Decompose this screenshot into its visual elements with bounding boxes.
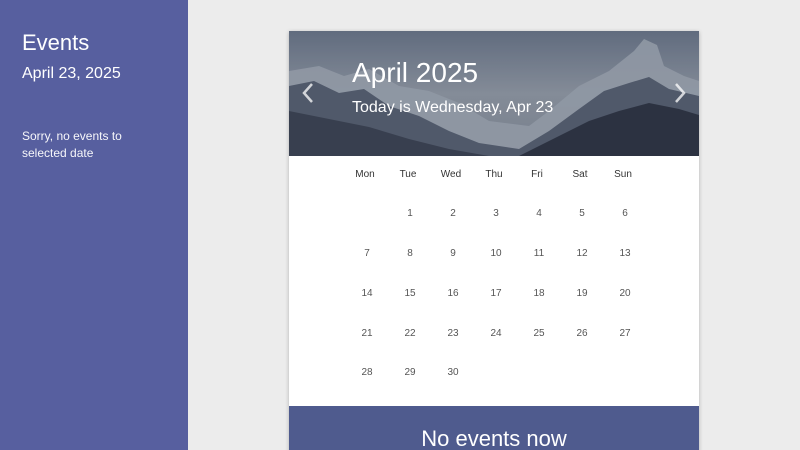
no-events-message: Sorry, no events to selected date xyxy=(22,129,122,160)
calendar-day[interactable]: 29 xyxy=(392,362,428,384)
calendar-day[interactable]: 23 xyxy=(435,323,471,345)
sidebar-title: Events xyxy=(22,30,90,55)
calendar-day[interactable]: 14 xyxy=(349,283,385,305)
calendar-day[interactable]: 24 xyxy=(478,323,514,345)
events-sidebar: Events April 23, 2025 Sorry, no events t… xyxy=(0,0,188,450)
selected-date: April 23, 2025 xyxy=(22,65,121,82)
calendar-day[interactable]: 6 xyxy=(607,203,643,225)
calendar-card: April 2025 Today is Wednesday, Apr 23 Mo… xyxy=(289,31,699,450)
calendar-day[interactable]: 22 xyxy=(392,323,428,345)
calendar-day[interactable]: 17 xyxy=(478,283,514,305)
calendar-day[interactable]: 26 xyxy=(564,323,600,345)
calendar-day[interactable]: 19 xyxy=(564,283,600,305)
calendar-day[interactable]: 8 xyxy=(392,243,428,265)
calendar-day[interactable]: 2 xyxy=(435,203,471,225)
calendar-day-grid: 1 2 3 4 5 6 7 8 9 10 11 12 13 14 15 16 17 18 19 20 21 22 23 24 2… xyxy=(289,31,699,411)
calendar-day[interactable]: 13 xyxy=(607,243,643,265)
calendar-day[interactable]: 16 xyxy=(435,283,471,305)
calendar-day[interactable]: 20 xyxy=(607,283,643,305)
calendar-day[interactable]: 9 xyxy=(435,243,471,265)
calendar-day[interactable]: 21 xyxy=(349,323,385,345)
calendar-day[interactable]: 18 xyxy=(521,283,557,305)
calendar-day[interactable]: 3 xyxy=(478,203,514,225)
calendar-day[interactable]: 11 xyxy=(521,243,557,265)
calendar-day[interactable]: 28 xyxy=(349,362,385,384)
calendar-day[interactable]: 27 xyxy=(607,323,643,345)
calendar-day[interactable]: 5 xyxy=(564,203,600,225)
events-footer: No events now xyxy=(289,406,699,450)
calendar-day[interactable]: 1 xyxy=(392,203,428,225)
no-events-now-label: No events now xyxy=(421,426,567,450)
calendar-day[interactable]: 15 xyxy=(392,283,428,305)
calendar-day[interactable]: 30 xyxy=(435,362,471,384)
calendar-day[interactable]: 7 xyxy=(349,243,385,265)
calendar-day[interactable]: 4 xyxy=(521,203,557,225)
calendar-day[interactable]: 25 xyxy=(521,323,557,345)
calendar-day[interactable]: 10 xyxy=(478,243,514,265)
calendar-day[interactable]: 12 xyxy=(564,243,600,265)
